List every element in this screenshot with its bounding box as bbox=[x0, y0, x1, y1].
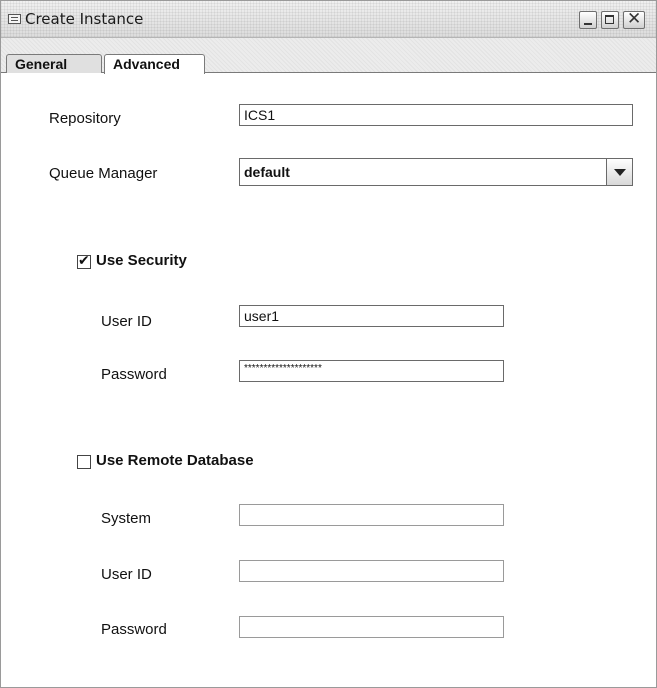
use-remote-database-checkbox[interactable] bbox=[77, 455, 91, 469]
checkmark-icon: ✔ bbox=[78, 253, 90, 269]
window-title: Create Instance bbox=[25, 10, 144, 28]
remote-system-label: System bbox=[101, 510, 152, 527]
maximize-icon[interactable] bbox=[601, 11, 619, 29]
security-password-input[interactable]: ******************** bbox=[239, 360, 504, 382]
queue-manager-label: Queue Manager bbox=[49, 165, 158, 182]
remote-system-input[interactable] bbox=[239, 504, 504, 526]
use-security-checkbox[interactable]: ✔ bbox=[77, 253, 91, 269]
remote-password-label: Password bbox=[101, 621, 167, 638]
use-remote-database-label: Use Remote Database bbox=[96, 452, 254, 469]
queue-manager-select[interactable]: default bbox=[239, 158, 633, 186]
minimize-icon[interactable] bbox=[579, 11, 597, 29]
close-icon[interactable]: ✕ bbox=[623, 9, 645, 29]
tab-strip: General Advanced bbox=[1, 38, 656, 74]
chevron-down-icon[interactable] bbox=[606, 159, 632, 185]
repository-label: Repository bbox=[49, 110, 121, 127]
tab-content-panel: Repository Queue Manager default ✔ Use S… bbox=[1, 73, 656, 687]
tab-general[interactable]: General bbox=[6, 54, 102, 73]
create-instance-window: Create Instance ✕ General Advanced Repos… bbox=[0, 0, 657, 688]
remote-user-id-input[interactable] bbox=[239, 560, 504, 582]
security-user-id-label: User ID bbox=[101, 313, 152, 330]
title-bar[interactable]: Create Instance ✕ bbox=[1, 1, 656, 38]
tab-advanced[interactable]: Advanced bbox=[104, 54, 205, 74]
remote-user-id-label: User ID bbox=[101, 566, 152, 583]
use-security-label: Use Security bbox=[96, 252, 187, 269]
remote-password-input[interactable] bbox=[239, 616, 504, 638]
window-icon bbox=[8, 14, 21, 24]
security-user-id-input[interactable] bbox=[239, 305, 504, 327]
queue-manager-value: default bbox=[244, 164, 290, 180]
repository-input[interactable] bbox=[239, 104, 633, 126]
security-password-label: Password bbox=[101, 366, 167, 383]
